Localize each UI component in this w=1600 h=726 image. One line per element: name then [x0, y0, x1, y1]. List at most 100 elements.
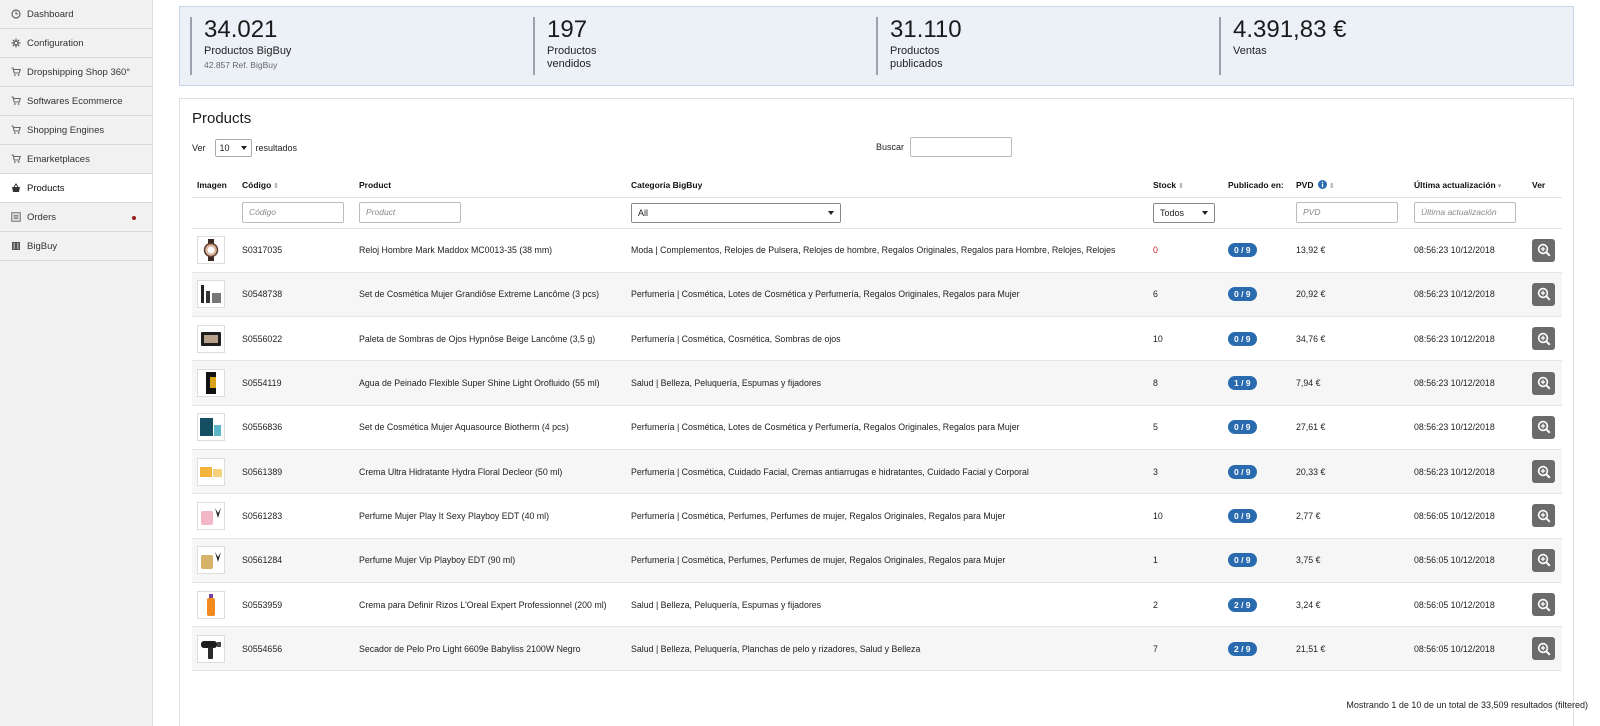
sidebar-item-dropshipping-shop[interactable]: Dropshipping Shop 360° — [0, 58, 152, 87]
sidebar-item-dashboard[interactable]: Dashboard — [0, 0, 152, 29]
codigo-filter-input[interactable]: Código — [242, 202, 344, 223]
pvd-filter-input[interactable]: PVD — [1296, 202, 1398, 223]
zoom-in-icon — [1537, 421, 1551, 434]
product-thumbnail — [197, 369, 225, 398]
ultima-filter-input[interactable]: Última actualización — [1414, 202, 1516, 223]
page-title: Products — [192, 110, 252, 127]
chevron-down-icon — [828, 210, 834, 215]
view-button[interactable] — [1532, 548, 1555, 572]
product-name: Crema Ultra Hidratante Hydra Floral Decl… — [354, 449, 626, 495]
product-category: Moda | Complementos, Relojes de Pulsera,… — [626, 228, 1148, 273]
sidebar-item-bigbuy[interactable]: BigBuy — [0, 232, 152, 261]
stat-label: Productos vendidos — [547, 45, 597, 70]
cart-icon — [11, 154, 21, 164]
page-length-select[interactable]: 10 — [214, 139, 252, 157]
published-badge: 0 / 9 — [1228, 331, 1257, 346]
product-pvd: 27,61 € — [1291, 405, 1409, 450]
product-updated: 08:56:23 10/12/2018 — [1409, 228, 1527, 273]
product-thumbnail — [197, 546, 225, 575]
view-button[interactable] — [1532, 282, 1555, 306]
sidebar-item-label: Dashboard — [27, 8, 74, 20]
sidebar-item-label: Emarketplaces — [27, 153, 90, 165]
product-code: S0561284 — [237, 538, 354, 583]
stat-productos-bigbuy: 34.021 Productos BigBuy 42.857 Ref. BigB… — [190, 17, 510, 75]
sidebar-item-orders[interactable]: Orders — [0, 203, 152, 232]
cart-icon — [11, 67, 21, 77]
product-name: Set de Cosmética Mujer Grandiôse Extreme… — [354, 272, 626, 318]
view-button[interactable] — [1532, 460, 1555, 484]
sidebar-item-shopping-engines[interactable]: Shopping Engines — [0, 116, 152, 145]
column-header-codigo[interactable]: Código ⇕ — [237, 173, 354, 197]
sidebar-item-label: Shopping Engines — [27, 124, 105, 136]
view-button[interactable] — [1532, 327, 1555, 351]
product-code: S0553959 — [237, 582, 354, 628]
product-name: Secador de Pelo Pro Light 6609e Babyliss… — [354, 626, 626, 672]
product-pvd: 20,92 € — [1291, 272, 1409, 318]
view-button[interactable] — [1532, 504, 1555, 528]
sidebar-item-products[interactable]: Products — [0, 174, 152, 203]
product-name: Reloj Hombre Mark Maddox MC0013-35 (38 m… — [354, 228, 626, 273]
stock-filter-select[interactable]: Todos — [1153, 202, 1215, 223]
product-stock: 5 — [1148, 405, 1223, 450]
sidebar-item-configuration[interactable]: Configuration — [0, 29, 152, 58]
column-header-stock[interactable]: Stock ⇕ — [1148, 173, 1223, 197]
product-updated: 08:56:23 10/12/2018 — [1409, 316, 1527, 362]
product-name: Perfume Mujer Vip Playboy EDT (90 ml) — [354, 538, 626, 583]
resultados-label: resultados — [255, 143, 298, 153]
stat-value: 31.110 — [890, 16, 962, 43]
product-code: S0548738 — [237, 272, 354, 318]
product-updated: 08:56:05 10/12/2018 — [1409, 582, 1527, 628]
product-stock: 7 — [1148, 626, 1223, 672]
product-stock: 10 — [1148, 493, 1223, 539]
stat-ventas: 4.391,83 € Ventas — [1219, 17, 1539, 75]
table-row: S0553959 Crema para Definir Rizos L'Orea… — [192, 582, 1562, 628]
sidebar-item-label: BigBuy — [27, 240, 58, 252]
search-input[interactable] — [910, 137, 1013, 157]
view-button[interactable] — [1532, 238, 1555, 262]
stat-value: 34.021 — [204, 16, 278, 43]
chevron-down-icon — [240, 146, 247, 150]
view-button[interactable] — [1532, 371, 1555, 395]
product-filter-input[interactable]: Product — [359, 202, 461, 223]
product-updated: 08:56:05 10/12/2018 — [1409, 493, 1527, 539]
zoom-in-icon — [1537, 598, 1551, 612]
product-name: Paleta de Sombras de Ojos Hypnôse Beige … — [354, 316, 626, 362]
product-thumbnail — [197, 457, 225, 486]
products-table: Imagen Código ⇕ Product Categoría BigBuy … — [192, 173, 1562, 672]
product-category: Perfumería | Cosmética, Lotes de Cosméti… — [626, 405, 1148, 450]
stat-productos-publicados: 31.110 Productos publicados — [876, 16, 962, 75]
product-stock: 3 — [1148, 449, 1223, 495]
column-header-ultima-actualizacion[interactable]: Última actualización ▾ — [1409, 173, 1527, 197]
sort-icon: ⇕ — [273, 182, 280, 190]
view-button[interactable] — [1532, 637, 1555, 661]
products-panel: Products Ver 10 resultados Buscar Imagen… — [179, 98, 1574, 726]
view-button[interactable] — [1532, 593, 1555, 617]
stat-productos-vendidos: 197 Productos vendidos — [533, 17, 603, 75]
published-badge: 0 / 9 — [1228, 243, 1257, 258]
product-pvd: 13,92 € — [1291, 228, 1409, 273]
filter-row: Código Product All Todos PVD Última actu… — [192, 196, 1562, 229]
view-button[interactable] — [1532, 415, 1555, 439]
product-category: Perfumería | Cosmética, Perfumes, Perfum… — [626, 493, 1148, 539]
product-pvd: 20,33 € — [1291, 449, 1409, 495]
categoria-filter-select[interactable]: All — [631, 202, 841, 223]
published-badge: 0 / 9 — [1228, 464, 1257, 479]
product-pvd: 3,75 € — [1291, 538, 1409, 583]
published-badge: 0 / 9 — [1228, 287, 1257, 302]
product-code: S0554119 — [237, 360, 354, 406]
notification-dot — [132, 216, 136, 220]
product-pvd: 7,94 € — [1291, 360, 1409, 406]
sidebar-item-emarketplaces[interactable]: Emarketplaces — [0, 145, 152, 174]
published-badge: 2 / 9 — [1228, 597, 1257, 612]
table-row: S0561283 Perfume Mujer Play It Sexy Play… — [192, 493, 1562, 539]
product-code: S0317035 — [237, 228, 354, 273]
product-name: Crema para Definir Rizos L'Oreal Expert … — [354, 582, 626, 628]
published-badge: 1 / 9 — [1228, 376, 1257, 391]
sidebar-item-label: Orders — [27, 211, 57, 223]
info-icon[interactable] — [1317, 179, 1327, 189]
sidebar-item-softwares-ecommerce[interactable]: Softwares Ecommerce — [0, 87, 152, 116]
zoom-in-icon — [1537, 288, 1551, 301]
column-header-pvd[interactable]: PVD ⇕ — [1291, 173, 1409, 197]
table-row: S0561284 Perfume Mujer Vip Playboy EDT (… — [192, 538, 1562, 583]
clock-icon — [11, 9, 21, 19]
